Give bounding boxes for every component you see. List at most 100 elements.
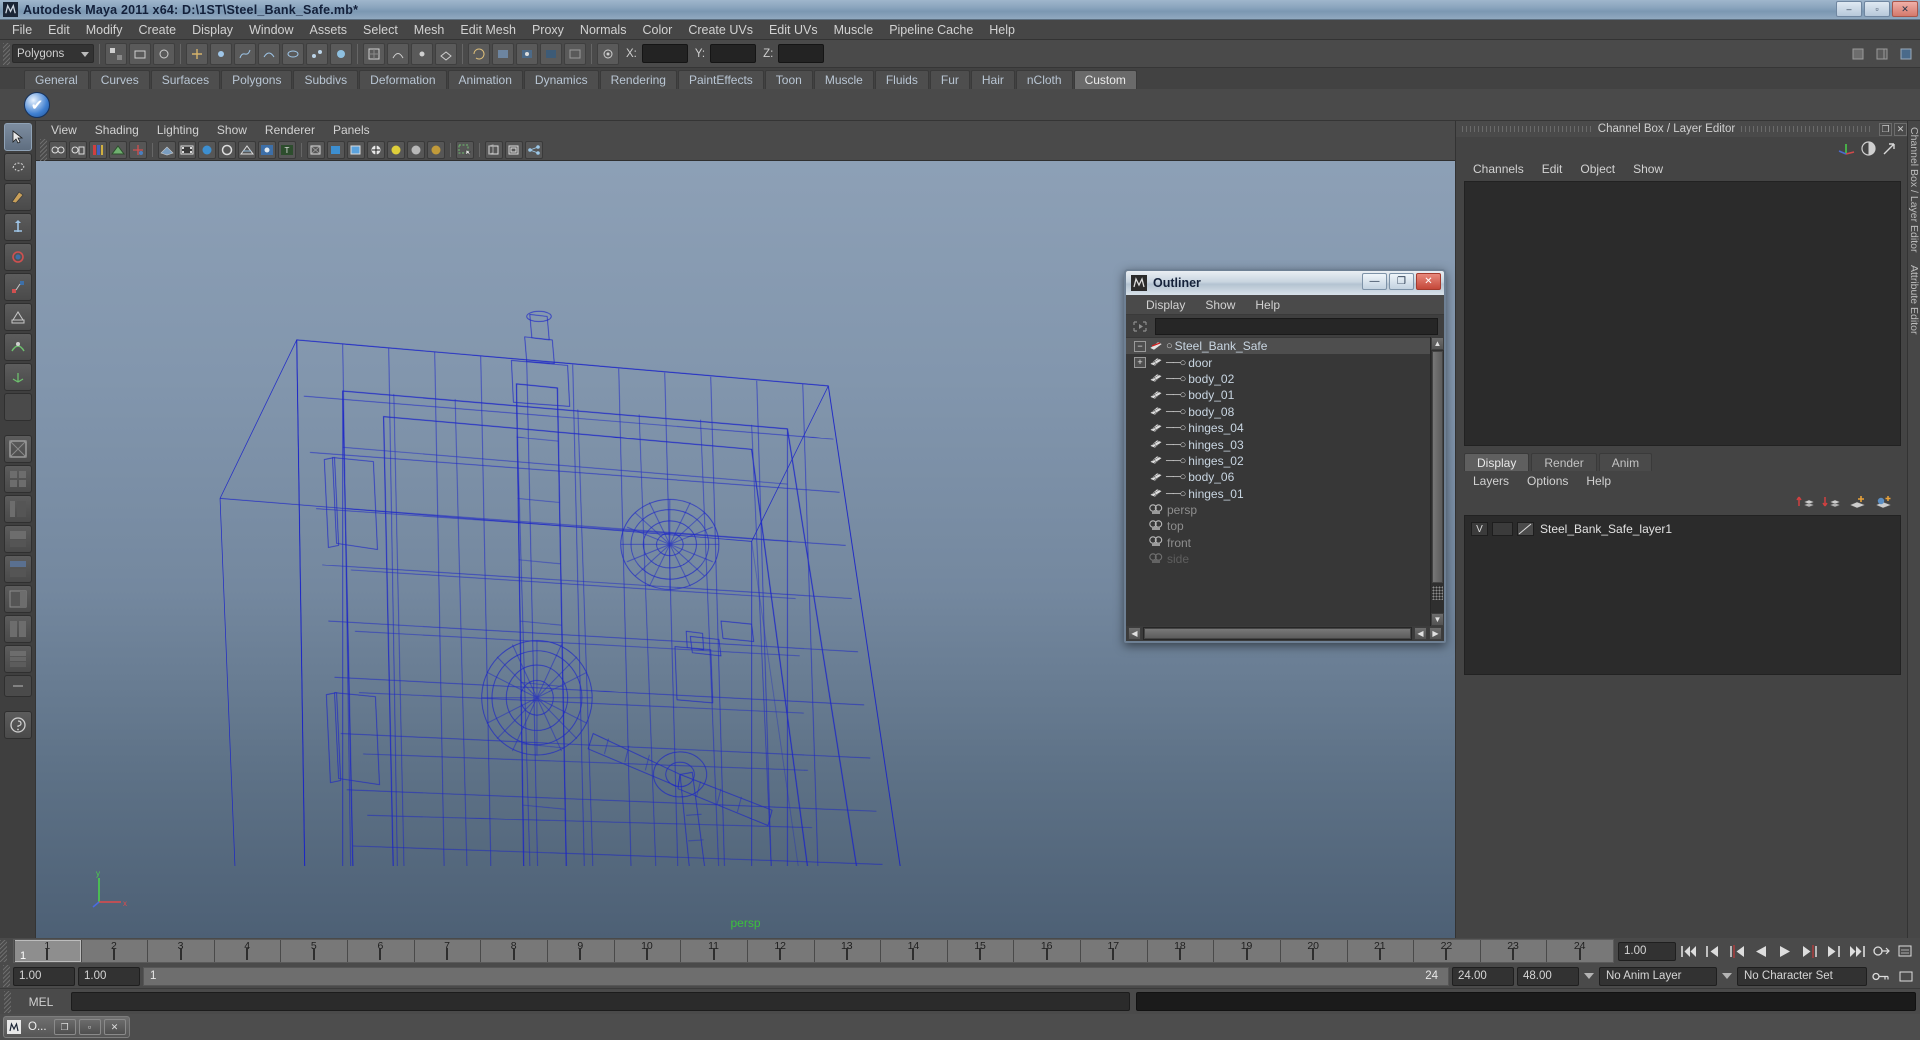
cb-menu-edit[interactable]: Edit	[1533, 162, 1572, 176]
menu-create[interactable]: Create	[131, 21, 185, 39]
quick-layout-expand-icon[interactable]	[3, 675, 32, 697]
viewport-menu-renderer[interactable]: Renderer	[256, 123, 324, 137]
two-d-pan-zoom-icon[interactable]	[129, 140, 147, 159]
menu-select[interactable]: Select	[355, 21, 406, 39]
character-set-dropdown-icon[interactable]	[1720, 973, 1734, 979]
close-button[interactable]: ✕	[1892, 1, 1918, 17]
outliner-vertical-scrollbar[interactable]: ▲ ▼	[1430, 337, 1444, 626]
command-line-gripper[interactable]	[4, 990, 11, 1013]
cb-menu-object[interactable]: Object	[1571, 162, 1624, 176]
menu-help[interactable]: Help	[981, 21, 1023, 39]
panel-close-button[interactable]: ✕	[1894, 122, 1908, 136]
show-hide-attribute-editor-icon[interactable]	[1871, 42, 1893, 65]
use-default-light-icon[interactable]	[387, 140, 405, 159]
outliner-item-hinges-04[interactable]: ──○ hinges_04	[1126, 420, 1430, 436]
bookmark-icon[interactable]	[89, 140, 107, 159]
help-line-icon[interactable]	[3, 711, 32, 739]
layer-visibility-toggle[interactable]: V	[1471, 522, 1488, 536]
go-to-start-icon[interactable]	[1678, 941, 1700, 961]
play-forwards-icon[interactable]	[1774, 941, 1796, 961]
menu-window[interactable]: Window	[241, 21, 301, 39]
camera-attributes-icon[interactable]	[69, 140, 87, 159]
render-view-icon[interactable]	[492, 42, 514, 65]
side-tab-attribute-editor[interactable]: Attribute Editor	[1908, 259, 1920, 340]
selection-mode-dropdown[interactable]: Polygons	[12, 44, 94, 63]
minimize-button[interactable]: –	[1836, 1, 1862, 17]
channel-box-content[interactable]	[1464, 181, 1901, 446]
menu-color[interactable]: Color	[634, 21, 680, 39]
layer-menu-help[interactable]: Help	[1577, 474, 1620, 488]
outliner-item-door[interactable]: + ──○ door	[1126, 354, 1430, 370]
joints-mask-icon[interactable]	[210, 42, 232, 65]
shelf-tab-fluids[interactable]: Fluids	[874, 70, 929, 89]
menu-mesh[interactable]: Mesh	[406, 21, 453, 39]
viewport-menu-shading[interactable]: Shading	[86, 123, 148, 137]
cb-menu-show[interactable]: Show	[1624, 162, 1672, 176]
scroll-right-first-icon[interactable]: ◀	[1414, 627, 1427, 640]
xray-icon[interactable]	[238, 140, 256, 159]
go-to-end-icon[interactable]	[1846, 941, 1868, 961]
outliner-maximize-button[interactable]: ❐	[1389, 273, 1414, 290]
wireframe-on-shaded-icon[interactable]	[367, 140, 385, 159]
shelf-tab-curves[interactable]: Curves	[89, 70, 150, 89]
snap-to-plane-icon[interactable]	[435, 42, 457, 65]
outliner-title-bar[interactable]: Outliner — ❐ ✕	[1126, 271, 1444, 295]
shelf-tab-hair[interactable]: Hair	[970, 70, 1015, 89]
snap-to-curve-icon[interactable]	[387, 42, 409, 65]
anim-start-time-field[interactable]: 1.00	[13, 966, 75, 986]
menu-pipeline-cache[interactable]: Pipeline Cache	[881, 21, 981, 39]
outliner-search-input[interactable]	[1155, 317, 1438, 335]
auto-key-toggle-icon[interactable]	[1895, 966, 1917, 986]
move-layer-down-icon[interactable]	[1822, 494, 1841, 510]
shelf-tab-toon[interactable]: Toon	[764, 70, 813, 89]
scroll-right-icon[interactable]: ▶	[1429, 627, 1442, 640]
shelf-tab-surfaces[interactable]: Surfaces	[150, 70, 221, 89]
scroll-down-icon[interactable]: ▼	[1431, 613, 1444, 626]
menu-normals[interactable]: Normals	[572, 21, 635, 39]
script-language-label[interactable]: MEL	[17, 995, 65, 1009]
scroll-left-icon[interactable]: ◀	[1128, 627, 1141, 640]
ipr-render-icon[interactable]	[540, 42, 562, 65]
maximize-button[interactable]: ▫	[1864, 1, 1890, 17]
step-back-frame-icon[interactable]	[1702, 941, 1724, 961]
window-controls[interactable]: – ▫ ✕	[1836, 1, 1918, 17]
outliner-item-body-08[interactable]: ──○ body_08	[1126, 404, 1430, 420]
layer-menu-options[interactable]: Options	[1518, 474, 1577, 488]
scroll-grip-icon[interactable]	[1432, 586, 1443, 600]
range-slider-gripper[interactable]	[3, 965, 10, 987]
shelf-tab-polygons[interactable]: Polygons	[221, 70, 293, 89]
rotate-tool-icon[interactable]	[3, 243, 32, 271]
xray-joints-icon[interactable]	[258, 140, 276, 159]
viewport-menu-view[interactable]: View	[42, 123, 86, 137]
outliner-item-hinges-02[interactable]: ──○ hinges_02	[1126, 453, 1430, 469]
quick-layout-outliner-persp-icon[interactable]	[3, 495, 32, 523]
toggle-transform-entry-icon[interactable]	[597, 42, 619, 65]
menu-display[interactable]: Display	[184, 21, 241, 39]
menu-assets[interactable]: Assets	[302, 21, 356, 39]
viewport-toolbar-gripper[interactable]	[40, 138, 47, 161]
hscroll-track[interactable]	[1143, 627, 1412, 640]
viewport-menu-panels[interactable]: Panels	[324, 123, 379, 137]
shelf-tab-subdivs[interactable]: Subdivs	[293, 70, 359, 89]
expand-collapse-icon[interactable]: +	[1134, 357, 1146, 369]
shelf-tab-muscle[interactable]: Muscle	[813, 70, 874, 89]
last-tool-used-icon[interactable]	[3, 393, 32, 421]
share-icon[interactable]	[525, 140, 543, 159]
layer-menu-layers[interactable]: Layers	[1464, 474, 1518, 488]
shelf-tab-ncloth[interactable]: nCloth	[1015, 70, 1073, 89]
soft-modification-tool-icon[interactable]	[3, 333, 32, 361]
quick-layout-persp-outliner-icon[interactable]	[3, 585, 32, 613]
smooth-shade-selected-icon[interactable]	[347, 140, 365, 159]
outliner-menu-display[interactable]: Display	[1136, 298, 1195, 312]
layer-type-toggle[interactable]	[1492, 522, 1513, 536]
dynamics-mask-icon[interactable]	[306, 42, 328, 65]
surfaces-mask-icon[interactable]	[258, 42, 280, 65]
hscroll-thumb[interactable]	[1144, 628, 1411, 639]
gate-mask-icon[interactable]	[218, 140, 236, 159]
play-backwards-icon[interactable]	[1750, 941, 1772, 961]
select-by-component-type-icon[interactable]	[153, 42, 175, 65]
shelf-tab-fur[interactable]: Fur	[929, 70, 970, 89]
quick-layout-three-pane-icon[interactable]	[3, 645, 32, 673]
animation-preferences-icon[interactable]	[1894, 941, 1916, 961]
layer-color-swatch[interactable]	[1517, 522, 1534, 536]
